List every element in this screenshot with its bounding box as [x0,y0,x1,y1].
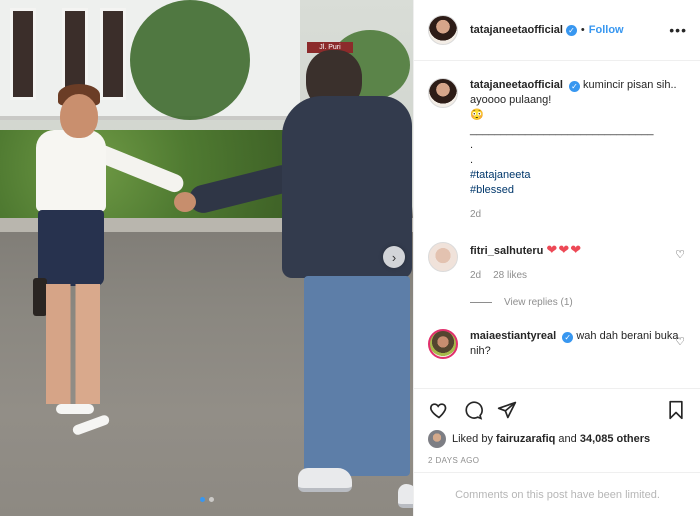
comment-username[interactable]: maiaestiantyreal [470,330,556,342]
heart-icon[interactable] [428,399,450,421]
liked-by-others[interactable]: 34,085 others [580,433,650,445]
window [100,8,126,100]
woman-legs [46,284,100,404]
woman-shoe [56,404,94,414]
follow-button[interactable]: Follow [589,24,624,36]
post-timestamp[interactable]: 2 DAYS AGO [428,456,687,465]
comment: fitri_salhuteru ❤❤❤ ♡ 2d 28 likes [428,242,687,283]
liked-by-user[interactable]: fairuzarafiq [496,433,555,445]
caption-username[interactable]: tatajaneetaofficial [470,79,563,91]
woman-skirt [38,210,104,286]
liker-avatar[interactable] [428,430,446,448]
liked-by-prefix: Liked by [452,433,493,445]
verified-badge-icon: ✓ [565,24,577,36]
comment-avatar[interactable] [428,242,458,272]
carousel-dot [208,497,214,502]
replies-line [470,302,492,303]
comment: maiaestiantyreal ✓ wah dah berani buka n… [428,329,687,359]
post-header: tatajaneetaofficial ✓ • Follow ••• [414,0,700,61]
view-replies-button[interactable]: View replies (1) [428,297,687,308]
carousel-next-button[interactable]: › [383,246,405,268]
comment-icon[interactable] [462,399,484,421]
action-icons [428,399,687,421]
comment-avatar[interactable] [428,329,458,359]
comments-limited-notice: Comments on this post have been limited. [414,472,700,516]
comment-likes[interactable]: 28 likes [493,268,527,283]
caption-dot: . [470,139,474,151]
caption-dot: . [470,154,474,166]
verified-badge-icon: ✓ [568,81,580,92]
post-photo[interactable]: Jl. Puri Outwood › [0,0,413,516]
holding-hands [174,192,196,212]
handbag [33,278,47,316]
profile-avatar[interactable] [428,15,458,45]
separator-bullet: • [580,24,585,36]
man-jeans [304,276,410,476]
tree [130,0,250,120]
chevron-right-icon: › [391,249,397,265]
woman-blouse [36,130,106,212]
liked-by-and: and [558,433,577,445]
carousel-dot-active [199,497,205,502]
bookmark-icon[interactable] [665,399,687,421]
woman-face [60,94,98,138]
view-replies-label: View replies (1) [504,297,573,308]
more-options-icon[interactable]: ••• [669,22,687,38]
woman-shoe [71,413,111,437]
post-side-panel: tatajaneetaofficial ✓ • Follow ••• tataj… [413,0,700,516]
post-actions: Liked by fairuzarafiq and 34,085 others … [414,388,700,465]
liked-by: Liked by fairuzarafiq and 34,085 others [428,430,687,448]
window [10,8,36,100]
heart-outline-icon[interactable]: ♡ [675,335,685,350]
heart-outline-icon[interactable]: ♡ [675,248,685,263]
comment-username[interactable]: fitri_salhuteru [470,245,543,257]
caption: tatajaneetaofficial ✓ kumincir pisan sih… [428,78,687,222]
caption-time[interactable]: 2d [470,207,481,222]
caption-divider: ______________________________ [470,124,654,136]
verified-badge-icon: ✓ [562,332,574,343]
comment-time[interactable]: 2d [470,268,481,283]
header-username[interactable]: tatajaneetaofficial [470,24,563,36]
comments-list[interactable]: tatajaneetaofficial ✓ kumincir pisan sih… [414,62,700,388]
caption-avatar[interactable] [428,78,458,108]
man-sneaker [298,468,352,492]
hashtag-link[interactable]: #blessed [470,183,687,198]
hashtag-link[interactable]: #tatajaneeta [470,168,687,183]
carousel-dots [0,497,413,502]
share-icon[interactable] [496,399,518,421]
comment-text: ❤❤❤ [546,242,583,257]
man-sneaker [398,484,413,508]
caption-emoji: 😳 [470,109,484,121]
